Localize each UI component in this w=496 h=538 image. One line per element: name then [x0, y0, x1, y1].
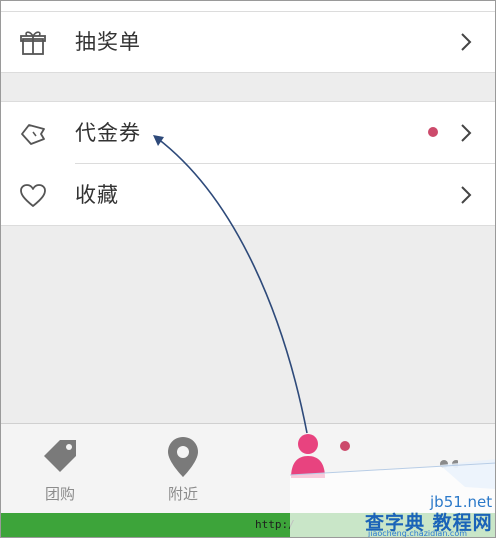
screenshot-border: [0, 0, 496, 538]
